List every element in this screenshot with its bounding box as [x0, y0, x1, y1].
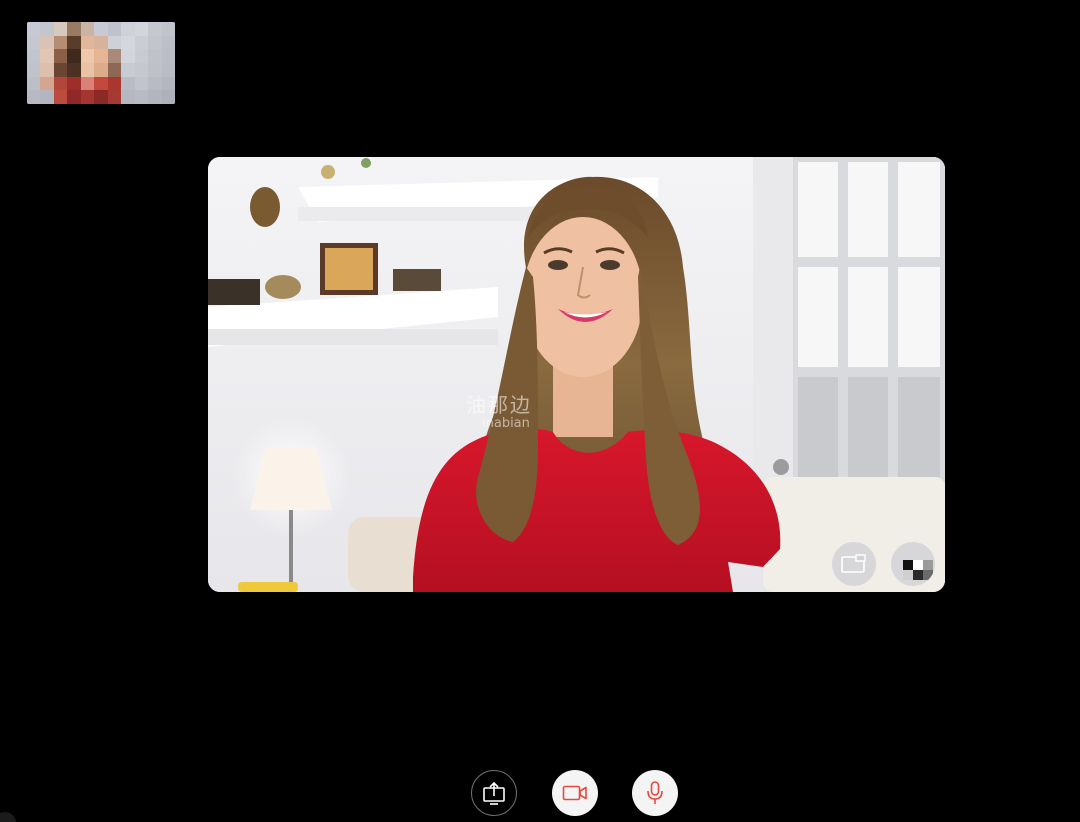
self-preview-pixel: [94, 76, 108, 91]
self-preview-pixel: [67, 63, 81, 77]
self-preview-pixel: [27, 22, 41, 36]
self-preview-pixel: [134, 90, 149, 104]
participant-avatar-icon: [891, 542, 935, 586]
self-preview-pixel: [121, 49, 135, 63]
self-preview-pixel: [121, 90, 135, 104]
self-preview-pixel: [27, 49, 41, 63]
self-preview-pixel: [40, 22, 54, 36]
self-preview-pixel: [67, 90, 81, 104]
self-preview-pixel: [134, 35, 149, 50]
self-preview-pixel: [94, 90, 108, 104]
remote-video-frame: [208, 157, 945, 592]
self-preview-pixel: [161, 22, 175, 36]
self-preview-pixel: [80, 76, 95, 91]
microphone-icon: [647, 781, 663, 804]
video-camera-icon: [562, 785, 587, 801]
self-preview-pixel: [134, 22, 149, 36]
self-preview-pixel: [134, 76, 149, 91]
self-preview-pixel: [94, 22, 108, 36]
video-call-screen: 油那边 inabian: [0, 0, 1080, 822]
self-video-preview[interactable]: [27, 22, 175, 104]
self-preview-pixel: [27, 90, 41, 104]
self-preview-pixel: [27, 35, 41, 50]
self-preview-pixel: [80, 35, 95, 50]
self-preview-pixel: [121, 35, 135, 50]
self-preview-pixel: [67, 22, 81, 36]
self-preview-pixel: [94, 63, 108, 77]
self-preview-pixel: [107, 76, 122, 91]
self-preview-pixel: [53, 90, 68, 104]
self-preview-pixel: [27, 76, 41, 91]
self-preview-pixel: [94, 49, 108, 63]
self-preview-pixel: [27, 63, 41, 77]
self-preview-pixel: [53, 22, 68, 36]
self-preview-pixel: [148, 22, 162, 36]
self-preview-pixel: [148, 90, 162, 104]
screen-share-button[interactable]: [471, 770, 517, 816]
self-preview-pixel: [67, 76, 81, 91]
self-preview-pixel: [67, 49, 81, 63]
self-preview-pixel: [53, 49, 68, 63]
self-preview-pixel: [53, 63, 68, 77]
self-preview-pixel: [148, 63, 162, 77]
self-preview-pixel: [148, 49, 162, 63]
self-preview-pixel: [107, 22, 122, 36]
self-preview-pixel: [107, 35, 122, 50]
self-preview-pixel: [107, 90, 122, 104]
participant-avatar-button[interactable]: [891, 542, 935, 586]
self-preview-pixel: [53, 76, 68, 91]
self-preview-pixel: [107, 49, 122, 63]
self-preview-pixel: [40, 76, 54, 91]
self-preview-pixel: [94, 35, 108, 50]
microphone-toggle-button[interactable]: [632, 770, 678, 816]
self-preview-pixel: [148, 35, 162, 50]
self-preview-pixel: [80, 63, 95, 77]
self-preview-pixel: [161, 90, 175, 104]
self-preview-pixel: [121, 63, 135, 77]
self-preview-pixel: [80, 49, 95, 63]
picture-in-picture-button[interactable]: [832, 542, 876, 586]
self-preview-pixel: [40, 35, 54, 50]
self-preview-pixel: [161, 49, 175, 63]
self-preview-pixel: [134, 63, 149, 77]
self-preview-pixel: [80, 22, 95, 36]
picture-in-picture-icon: [841, 554, 866, 573]
screen-share-icon: [483, 781, 505, 805]
self-preview-pixel: [67, 35, 81, 50]
call-toolbar: [0, 770, 1080, 822]
self-preview-pixel: [161, 76, 175, 91]
self-preview-pixel: [107, 63, 122, 77]
self-preview-pixel: [121, 22, 135, 36]
self-preview-pixel: [161, 63, 175, 77]
remote-video-feed[interactable]: 油那边 inabian: [208, 157, 945, 592]
self-preview-pixel: [134, 49, 149, 63]
self-preview-pixel: [148, 76, 162, 91]
self-preview-pixel: [40, 49, 54, 63]
self-preview-pixel: [53, 35, 68, 50]
self-preview-pixel: [40, 63, 54, 77]
self-preview-pixel: [40, 90, 54, 104]
camera-toggle-button[interactable]: [552, 770, 598, 816]
self-preview-pixel: [161, 35, 175, 50]
self-preview-pixel: [121, 76, 135, 91]
self-preview-pixel: [80, 90, 95, 104]
